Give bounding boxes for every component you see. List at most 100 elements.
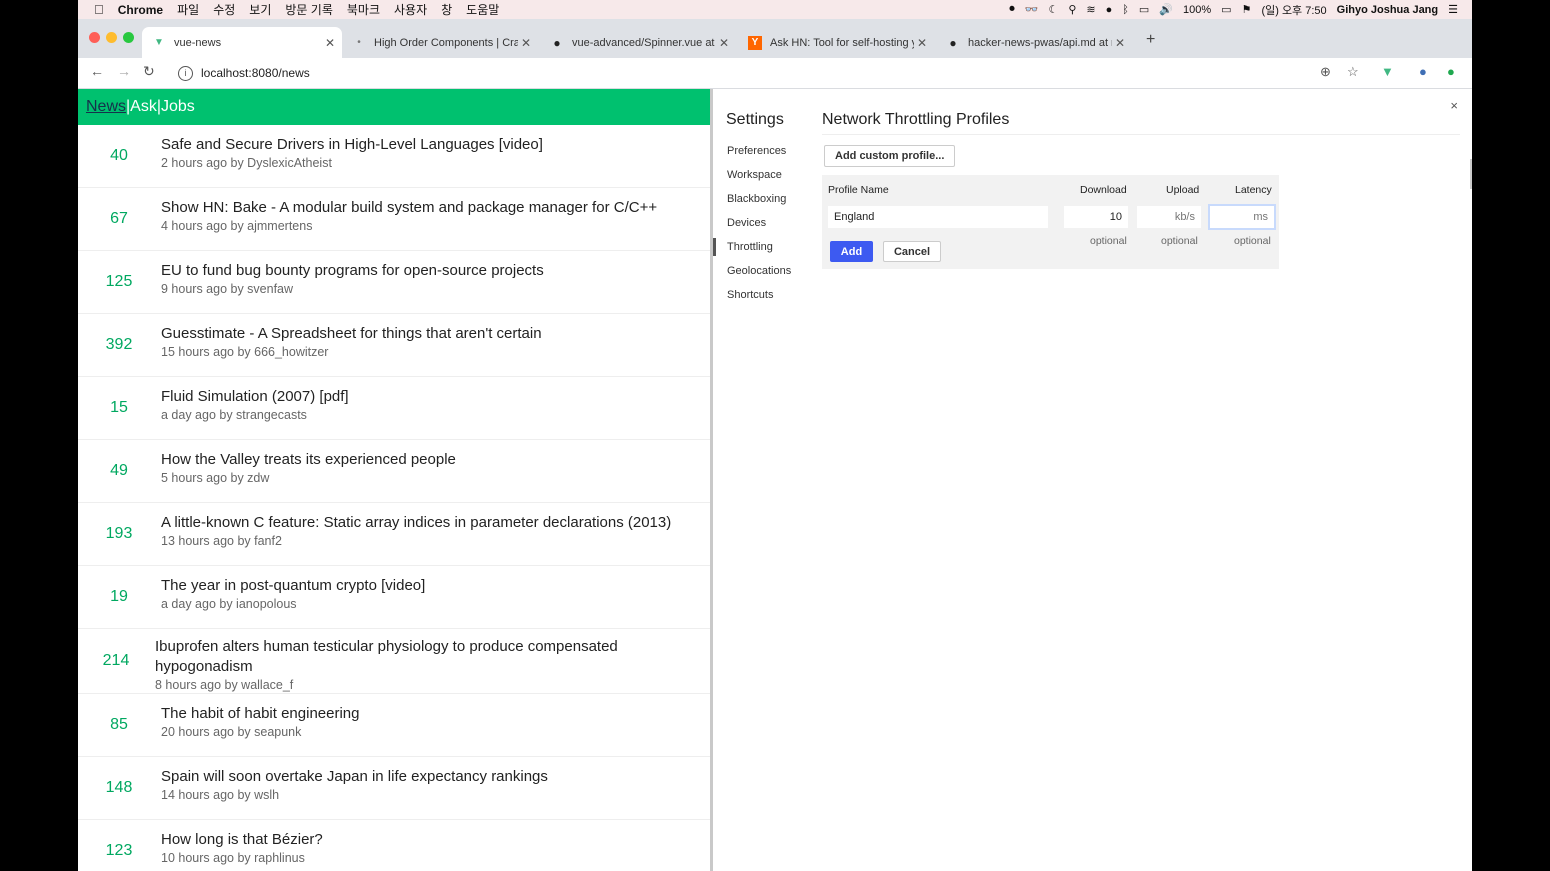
sidebar-item-geolocations[interactable]: Geolocations bbox=[713, 259, 813, 283]
mac-menubar:  Chrome 파일 수정 보기 방문 기록 북마크 사용자 창 도움말 ⏺ … bbox=[78, 0, 1472, 19]
tab-close-icon[interactable]: ✕ bbox=[716, 36, 732, 50]
nav-link-ask[interactable]: Ask bbox=[130, 98, 157, 116]
vue-devtools-extension-icon[interactable]: ▼ bbox=[1381, 64, 1394, 79]
glasses-icon[interactable]: 👓 bbox=[1025, 3, 1039, 16]
item-score: 123 bbox=[105, 842, 133, 859]
close-icon[interactable]: × bbox=[1450, 98, 1458, 113]
item-score: 148 bbox=[105, 779, 133, 796]
cancel-button[interactable]: Cancel bbox=[883, 241, 941, 262]
forward-arrow-icon[interactable]: → bbox=[117, 63, 131, 79]
tab-api-md[interactable]: ● hacker-news-pwas/api.md at n ✕ bbox=[936, 27, 1132, 58]
apple-menu-icon[interactable]:  bbox=[94, 2, 104, 17]
item-title-link[interactable]: Fluid Simulation (2007) [pdf] bbox=[161, 387, 704, 407]
menu-help[interactable]: 도움말 bbox=[466, 1, 499, 18]
news-item: 15 Fluid Simulation (2007) [pdf] a day ago… bbox=[78, 377, 710, 440]
app-menu-chrome[interactable]: Chrome bbox=[118, 3, 163, 17]
reload-icon[interactable]: ↻ bbox=[143, 63, 155, 80]
upload-input[interactable] bbox=[1137, 206, 1201, 228]
menu-bookmarks[interactable]: 북마크 bbox=[347, 1, 380, 18]
menu-edit[interactable]: 수정 bbox=[213, 1, 235, 18]
tab-close-icon[interactable]: ✕ bbox=[914, 36, 930, 50]
nav-link-jobs[interactable]: Jobs bbox=[161, 98, 195, 116]
menu-file[interactable]: 파일 bbox=[177, 1, 199, 18]
notification-center-icon[interactable]: ☰ bbox=[1448, 3, 1458, 16]
wifi-icon[interactable]: ≋ bbox=[1086, 3, 1095, 16]
item-meta: a day ago by strangecasts bbox=[161, 408, 307, 422]
site-info-icon[interactable]: i bbox=[178, 65, 193, 81]
address-url[interactable]: localhost:8080/news bbox=[201, 66, 310, 80]
bluetooth-icon[interactable]: ᛒ bbox=[1122, 4, 1129, 16]
menu-people[interactable]: 사용자 bbox=[394, 1, 427, 18]
news-item: 40 Safe and Secure Drivers in High-Level … bbox=[78, 125, 710, 188]
profile-name-input[interactable] bbox=[828, 206, 1048, 228]
news-item: 49 How the Valley treats its experienced … bbox=[78, 440, 710, 503]
item-title-link[interactable]: Safe and Secure Drivers in High-Level La… bbox=[161, 135, 704, 155]
siri-icon[interactable]: ● bbox=[1106, 4, 1113, 16]
sidebar-item-devices[interactable]: Devices bbox=[713, 211, 813, 235]
item-title-link[interactable]: How the Valley treats its experienced pe… bbox=[161, 450, 704, 470]
tab-close-icon[interactable]: ✕ bbox=[322, 36, 338, 50]
item-title-link[interactable]: EU to fund bug bounty programs for open-… bbox=[161, 261, 704, 281]
sidebar-item-workspace[interactable]: Workspace bbox=[713, 163, 813, 187]
moon-icon[interactable]: ☾ bbox=[1048, 3, 1058, 16]
tab-high-order-components[interactable]: • High Order Components | Crac ✕ bbox=[342, 27, 538, 58]
input-source-flag-icon[interactable]: ⚑ bbox=[1242, 3, 1252, 16]
divider bbox=[822, 134, 1460, 135]
news-item: 214 Ibuprofen alters human testicular phy… bbox=[78, 629, 710, 694]
item-score: 49 bbox=[110, 462, 128, 479]
item-meta: a day ago by ianopolous bbox=[161, 597, 297, 611]
add-button[interactable]: Add bbox=[830, 241, 873, 262]
bookmark-star-icon[interactable]: ☆ bbox=[1347, 64, 1359, 80]
item-meta: 10 hours ago by raphlinus bbox=[161, 851, 305, 865]
menubar-user[interactable]: Gihyo Joshua Jang bbox=[1337, 4, 1438, 16]
sidebar-item-preferences[interactable]: Preferences bbox=[713, 139, 813, 163]
scrollbar[interactable] bbox=[1470, 159, 1472, 189]
ycombinator-icon: Y bbox=[748, 35, 762, 50]
search-icon[interactable]: ⚲ bbox=[1068, 3, 1076, 16]
item-title-link[interactable]: Ibuprofen alters human testicular physio… bbox=[155, 637, 665, 677]
tab-spinner-vue[interactable]: ● vue-advanced/Spinner.vue at ✕ bbox=[540, 27, 736, 58]
download-input[interactable] bbox=[1064, 206, 1128, 228]
window-close-button[interactable] bbox=[89, 32, 100, 43]
github-icon: ● bbox=[949, 35, 957, 50]
address-bar[interactable]: i localhost:8080/news bbox=[170, 61, 1380, 85]
item-title-link[interactable]: The year in post-quantum crypto [video] bbox=[161, 576, 704, 596]
window-minimize-button[interactable] bbox=[106, 32, 117, 43]
airplay-icon[interactable]: ▭ bbox=[1139, 3, 1149, 16]
item-title-link[interactable]: Spain will soon overtake Japan in life e… bbox=[161, 767, 704, 787]
nav-link-news[interactable]: News bbox=[86, 98, 126, 116]
extension-green-icon[interactable]: ● bbox=[1447, 64, 1455, 79]
sidebar-item-shortcuts[interactable]: Shortcuts bbox=[713, 283, 813, 307]
menu-history[interactable]: 방문 기록 bbox=[285, 1, 333, 18]
news-item: 19 The year in post-quantum crypto [video… bbox=[78, 566, 710, 629]
sidebar-item-throttling[interactable]: Throttling bbox=[713, 235, 813, 259]
menubar-clock[interactable]: (일) 오후 7:50 bbox=[1261, 2, 1326, 18]
item-title-link[interactable]: How long is that Bézier? bbox=[161, 830, 704, 850]
volume-icon[interactable]: 🔊 bbox=[1159, 3, 1173, 16]
screen-record-icon[interactable]: ⏺ bbox=[1009, 3, 1015, 16]
item-title-link[interactable]: The habit of habit engineering bbox=[161, 704, 704, 724]
tab-close-icon[interactable]: ✕ bbox=[1112, 36, 1128, 50]
menu-window[interactable]: 창 bbox=[441, 1, 452, 18]
sidebar-item-blackboxing[interactable]: Blackboxing bbox=[713, 187, 813, 211]
item-meta: 9 hours ago by svenfaw bbox=[161, 282, 294, 296]
menu-view[interactable]: 보기 bbox=[249, 1, 271, 18]
news-item: 85 The habit of habit engineering 20 hours… bbox=[78, 694, 710, 757]
tab-close-icon[interactable]: ✕ bbox=[518, 36, 534, 50]
item-title-link[interactable]: Guesstimate - A Spreadsheet for things t… bbox=[161, 324, 704, 344]
window-zoom-button[interactable] bbox=[123, 32, 134, 43]
back-arrow-icon[interactable]: ← bbox=[90, 63, 104, 79]
latency-input[interactable] bbox=[1208, 204, 1276, 230]
column-header-download: Download bbox=[1080, 184, 1127, 196]
new-tab-icon[interactable]: + bbox=[1146, 31, 1155, 49]
item-title-link[interactable]: A little-known C feature: Static array i… bbox=[161, 513, 704, 533]
add-custom-profile-button[interactable]: Add custom profile... bbox=[824, 145, 956, 167]
item-title-link[interactable]: Show HN: Bake - A modular build system a… bbox=[161, 198, 704, 218]
news-list: 40 Safe and Secure Drivers in High-Level … bbox=[78, 125, 710, 871]
profile-avatar-icon[interactable]: ● bbox=[1419, 64, 1427, 79]
tab-vue-news[interactable]: ▼ vue-news ✕ bbox=[142, 27, 342, 58]
battery-percent[interactable]: 100% bbox=[1183, 4, 1211, 16]
item-meta: 4 hours ago by ajmmertens bbox=[161, 219, 313, 233]
tab-ask-hn[interactable]: Y Ask HN: Tool for self-hosting y ✕ bbox=[738, 27, 934, 58]
zoom-icon[interactable]: ⊕ bbox=[1320, 64, 1331, 80]
